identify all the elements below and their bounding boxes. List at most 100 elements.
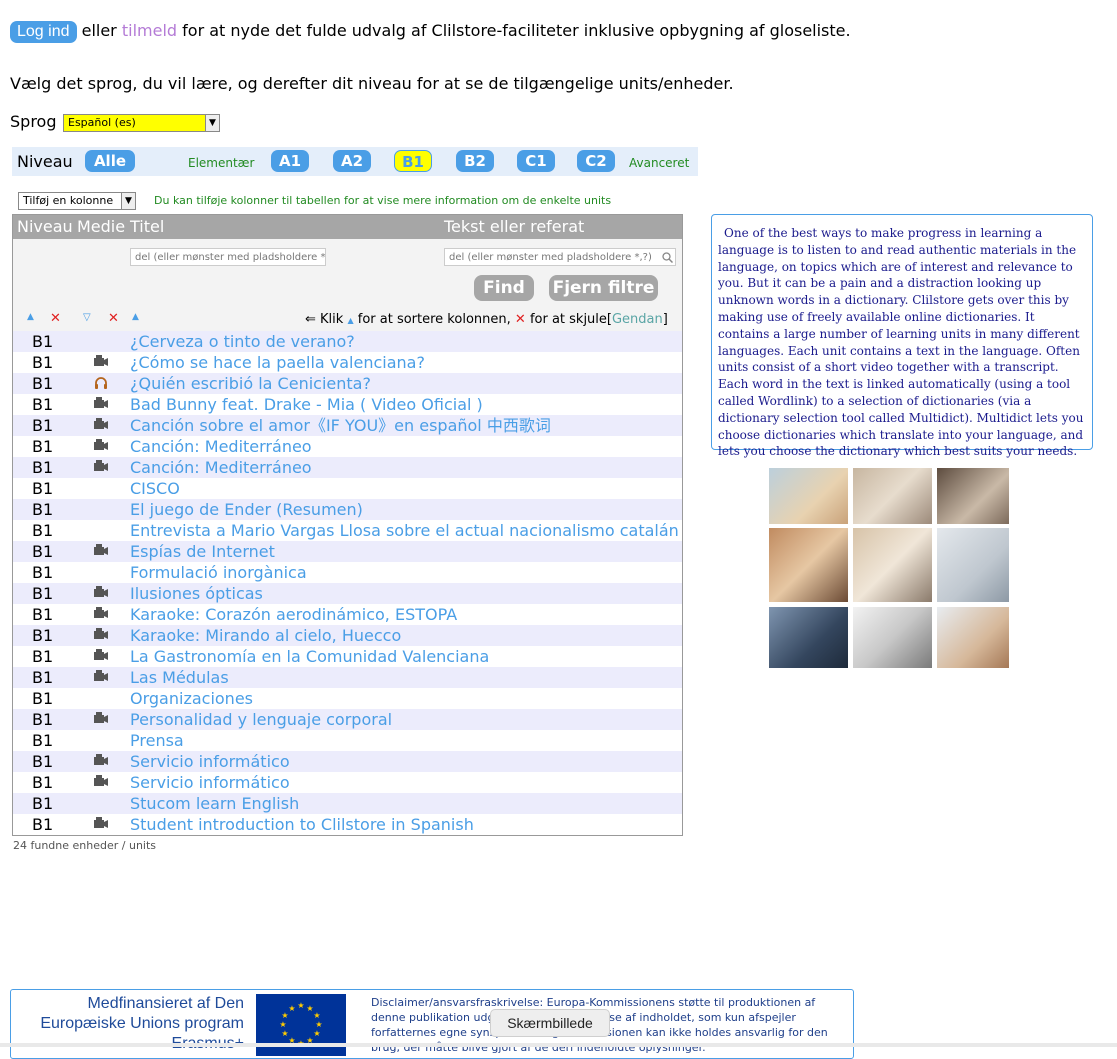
unit-title-link[interactable]: El juego de Ender (Resumen)	[130, 499, 363, 520]
level-a1-button[interactable]: A1	[271, 150, 309, 172]
row-level: B1	[32, 563, 54, 582]
table-row[interactable]: B1 Las Médulas	[13, 667, 682, 688]
hide-column-icon[interactable]: ✕	[108, 311, 119, 326]
level-c2-button[interactable]: C2	[577, 150, 615, 172]
language-label: Sprog	[10, 112, 57, 131]
video-camera-icon	[93, 438, 109, 454]
unit-title-link[interactable]: Stucom learn English	[130, 793, 299, 814]
table-row[interactable]: B1 Student introduction to Clilstore in S…	[13, 814, 682, 835]
table-row[interactable]: B1 Bad Bunny feat. Drake - Mia ( Video Of…	[13, 394, 682, 415]
unit-title-link[interactable]: ¿Quién escribió la Cenicienta?	[130, 373, 371, 394]
unit-title-link[interactable]: ¿Cerveza o tinto de verano?	[130, 331, 355, 352]
row-level: B1	[32, 752, 54, 771]
header-titel[interactable]: Titel	[130, 215, 164, 239]
unit-title-link[interactable]: Las Médulas	[130, 667, 229, 688]
table-row[interactable]: B1 ¿Quién escribió la Cenicienta?	[13, 373, 682, 394]
table-row[interactable]: B1 Organizaciones	[13, 688, 682, 709]
table-row[interactable]: B1 El juego de Ender (Resumen)	[13, 499, 682, 520]
level-c1-button[interactable]: C1	[517, 150, 555, 172]
find-button[interactable]: Find	[474, 275, 534, 301]
unit-title-link[interactable]: Organizaciones	[130, 688, 253, 709]
students-image	[769, 468, 1009, 668]
unit-title-link[interactable]: Prensa	[130, 730, 184, 751]
unit-title-link[interactable]: Entrevista a Mario Vargas Llosa sobre el…	[130, 520, 679, 541]
table-body: B1 ¿Cerveza o tinto de verano? B1 ¿Cómo se …	[13, 331, 682, 836]
level-b2-button[interactable]: B2	[456, 150, 494, 172]
unit-title-link[interactable]: Canción sobre el amor《IF YOU》en español …	[130, 415, 551, 436]
sort-hint-end: for at skjule	[529, 312, 607, 327]
table-row[interactable]: B1 Personalidad y lenguaje corporal	[13, 709, 682, 730]
unit-title-link[interactable]: Karaoke: Corazón aerodinámico, ESTOPA	[130, 604, 457, 625]
row-level: B1	[32, 479, 54, 498]
header-tekst[interactable]: Tekst eller referat	[444, 215, 584, 239]
unit-title-link[interactable]: Servicio informático	[130, 772, 290, 793]
sort-hint-mid: for at sortere kolonnen,	[357, 312, 511, 327]
unit-title-link[interactable]: Bad Bunny feat. Drake - Mia ( Video Ofic…	[130, 394, 483, 415]
title-filter-input[interactable]: del (eller mønster med pladsholdere *,?)	[130, 248, 326, 266]
clear-filters-button[interactable]: Fjern filtre	[549, 275, 658, 301]
hide-column-icon[interactable]: ✕	[50, 311, 61, 326]
add-column-label: Tilføj en kolonne	[23, 194, 114, 207]
unit-title-link[interactable]: Servicio informático	[130, 751, 290, 772]
table-row[interactable]: B1 Canción sobre el amor《IF YOU》en españo…	[13, 415, 682, 436]
unit-title-link[interactable]: Espías de Internet	[130, 541, 275, 562]
table-row[interactable]: B1 CISCO	[13, 478, 682, 499]
unit-title-link[interactable]: CISCO	[130, 478, 180, 499]
video-camera-icon	[93, 816, 109, 832]
svg-text:★: ★	[288, 1004, 295, 1013]
unit-title-link[interactable]: Personalidad y lenguaje corporal	[130, 709, 392, 730]
add-column-select[interactable]: Tilføj en kolonne ▼	[18, 192, 136, 210]
video-camera-icon	[93, 774, 109, 790]
table-row[interactable]: B1 La Gastronomía en la Comunidad Valenci…	[13, 646, 682, 667]
close-icon: ✕	[514, 312, 526, 327]
unit-title-link[interactable]: Canción: Mediterráneo	[130, 457, 312, 478]
login-button[interactable]: Log ind	[10, 21, 77, 43]
table-row[interactable]: B1 Servicio informático	[13, 772, 682, 793]
svg-text:★: ★	[297, 1001, 304, 1010]
image-tile	[769, 528, 848, 602]
table-row[interactable]: B1 ¿Cerveza o tinto de verano?	[13, 331, 682, 352]
restore-link[interactable]: Gendan	[612, 312, 663, 327]
cofunded-line-1: Medfinansieret af Den	[87, 995, 244, 1012]
table-row[interactable]: B1 Servicio informático	[13, 751, 682, 772]
text-filter-input[interactable]: del (eller mønster med pladsholdere *,?)	[444, 248, 676, 266]
sort-desc-icon[interactable]: ▽	[83, 312, 91, 323]
table-row[interactable]: B1 Ilusiones ópticas	[13, 583, 682, 604]
header-medie[interactable]: Medie	[77, 215, 125, 239]
register-link[interactable]: tilmeld	[122, 21, 177, 40]
unit-title-link[interactable]: Student introduction to Clilstore in Spa…	[130, 814, 474, 835]
table-row[interactable]: B1 ¿Cómo se hace la paella valenciana?	[13, 352, 682, 373]
level-a2-button[interactable]: A2	[333, 150, 371, 172]
table-row[interactable]: B1 Canción: Mediterráneo	[13, 457, 682, 478]
unit-title-link[interactable]: Canción: Mediterráneo	[130, 436, 312, 457]
table-row[interactable]: B1 Stucom learn English	[13, 793, 682, 814]
screenshot-tooltip: Skærmbillede	[490, 1009, 610, 1037]
language-select[interactable]: Español (es) ▼	[63, 114, 220, 132]
video-camera-icon	[93, 669, 109, 685]
video-camera-icon	[93, 753, 109, 769]
elementary-label: Elementær	[188, 156, 255, 170]
unit-title-link[interactable]: Karaoke: Mirando al cielo, Huecco	[130, 625, 401, 646]
level-b1-button[interactable]: B1	[394, 150, 432, 172]
header-niveau[interactable]: Niveau	[17, 215, 73, 239]
unit-title-link[interactable]: La Gastronomía en la Comunidad Valencian…	[130, 646, 489, 667]
unit-title-link[interactable]: ¿Cómo se hace la paella valenciana?	[130, 352, 425, 373]
row-level: B1	[32, 500, 54, 519]
video-camera-icon	[93, 648, 109, 664]
unit-title-link[interactable]: Ilusiones ópticas	[130, 583, 263, 604]
sort-asc-icon[interactable]: ▲	[132, 312, 139, 322]
table-row[interactable]: B1 Karaoke: Corazón aerodinámico, ESTOPA	[13, 604, 682, 625]
row-level: B1	[32, 815, 54, 834]
table-row[interactable]: B1 Espías de Internet	[13, 541, 682, 562]
table-row[interactable]: B1 Canción: Mediterráneo	[13, 436, 682, 457]
table-row[interactable]: B1 Entrevista a Mario Vargas Llosa sobre …	[13, 520, 682, 541]
table-row[interactable]: B1 Formulació inorgànica	[13, 562, 682, 583]
title-filter-placeholder: del (eller mønster med pladsholdere *,?)	[135, 252, 326, 263]
table-row[interactable]: B1 Prensa	[13, 730, 682, 751]
level-all-button[interactable]: Alle	[85, 150, 135, 172]
sort-asc-icon[interactable]: ▲	[27, 312, 34, 322]
table-row[interactable]: B1 Karaoke: Mirando al cielo, Huecco	[13, 625, 682, 646]
unit-title-link[interactable]: Formulació inorgànica	[130, 562, 307, 583]
info-box: One of the best ways to make progress in…	[711, 214, 1093, 458]
row-level: B1	[32, 353, 54, 372]
